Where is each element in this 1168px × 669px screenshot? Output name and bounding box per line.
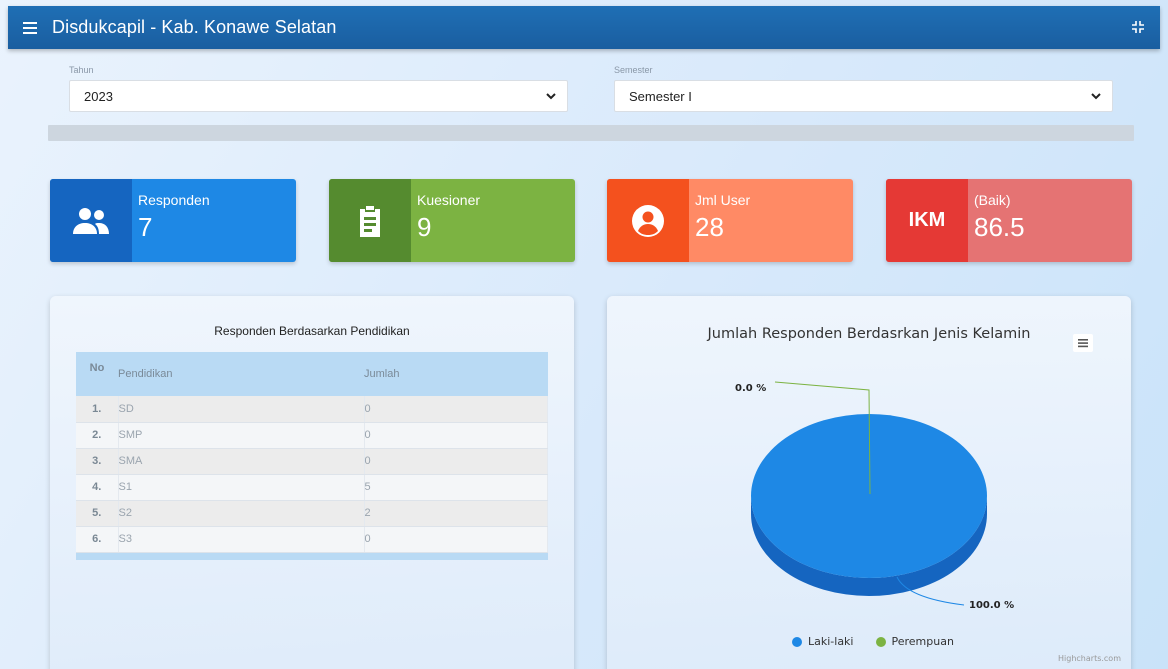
table-header-row: No Pendidikan Jumlah: [76, 352, 548, 396]
stat-jml-user: Jml User 28: [607, 179, 853, 262]
cell-pendidikan: S2: [118, 500, 365, 527]
stat-value: 28: [695, 212, 724, 242]
cell-no: 6.: [76, 526, 119, 553]
stat-label: (Baik): [974, 192, 1011, 208]
cell-pendidikan: S3: [118, 526, 365, 553]
cell-pendidikan: SMA: [118, 448, 365, 475]
loading-progress-bar: [48, 125, 1134, 141]
education-card: Responden Berdasarkan Pendidikan No Pend…: [50, 296, 574, 669]
top-app-bar: Disdukcapil - Kab. Konawe Selatan: [8, 6, 1160, 49]
chart-credit[interactable]: Highcharts.com: [1058, 654, 1121, 663]
cell-jumlah: 0: [364, 526, 548, 553]
ikm-icon-text: IKM: [886, 179, 968, 262]
legend-item-perempuan[interactable]: Perempuan: [875, 635, 954, 648]
cell-no: 4.: [76, 474, 119, 501]
collapse-icon: [1132, 21, 1144, 33]
app-title: Disdukcapil - Kab. Konawe Selatan: [52, 17, 337, 37]
table-row: 5. S2 2: [76, 500, 548, 527]
user-circle-icon: [632, 204, 664, 237]
cell-pendidikan: S1: [118, 474, 365, 501]
stat-responden: Responden 7: [50, 179, 296, 262]
chart-legend: Laki-laki Perempuan: [792, 635, 976, 648]
users-icon: [73, 207, 109, 234]
table-row: 6. S3 0: [76, 526, 548, 553]
tahun-value: 2023: [84, 88, 113, 104]
chevron-down-icon: [1091, 93, 1101, 100]
cell-no: 2.: [76, 422, 119, 449]
data-label-laki-laki: 100.0 %: [969, 600, 1014, 611]
stat-value: 7: [138, 212, 153, 242]
cell-pendidikan: SMP: [118, 422, 365, 449]
stat-kuesioner: Kuesioner 9: [329, 179, 575, 262]
cell-no: 1.: [76, 396, 119, 423]
tahun-label: Tahun: [69, 65, 94, 75]
gender-chart-card: Jumlah Responden Berdasrkan Jenis Kelami…: [607, 296, 1131, 669]
table-row: 2. SMP 0: [76, 422, 548, 449]
education-table: No Pendidikan Jumlah 1. SD 0 2. SMP 0 3. SMA 0 4.…: [76, 352, 548, 560]
education-table-title: Responden Berdasarkan Pendidikan: [214, 324, 410, 338]
table-row: 4. S1 5: [76, 474, 548, 501]
cell-no: 5.: [76, 500, 119, 527]
column-header-pendidikan: Pendidikan: [118, 368, 173, 380]
cell-jumlah: 0: [364, 422, 548, 449]
cell-jumlah: 0: [364, 396, 548, 423]
stat-label: Jml User: [695, 192, 751, 208]
stat-value: 9: [417, 212, 432, 242]
clipboard-icon: [360, 205, 380, 237]
column-header-jumlah: Jumlah: [364, 368, 400, 380]
chevron-down-icon: [546, 93, 556, 100]
semester-value: Semester I: [629, 88, 692, 104]
semester-label: Semester: [614, 65, 653, 75]
column-header-no: No: [89, 362, 105, 374]
legend-item-laki-laki[interactable]: Laki-laki: [792, 635, 854, 648]
stat-label: Responden: [138, 192, 210, 208]
legend-label: Laki-laki: [808, 635, 854, 648]
cell-jumlah: 2: [364, 500, 548, 527]
cell-jumlah: 5: [364, 474, 548, 501]
menu-button[interactable]: [8, 6, 52, 49]
stat-label: Kuesioner: [417, 192, 481, 208]
stat-value: 86.5: [974, 212, 1025, 242]
table-row: 3. SMA 0: [76, 448, 548, 475]
cell-jumlah: 0: [364, 448, 548, 475]
legend-dot: [875, 636, 886, 647]
pie-chart: 0.0 % 100.0 %: [735, 381, 1014, 611]
tahun-select[interactable]: 2023: [69, 80, 568, 112]
cell-pendidikan: SD: [118, 396, 365, 423]
legend-label: Perempuan: [891, 635, 954, 648]
cell-no: 3.: [76, 448, 119, 475]
semester-select[interactable]: Semester I: [614, 80, 1113, 112]
data-label-perempuan: 0.0 %: [735, 383, 766, 394]
stat-ikm: IKM (Baik) 86.5: [886, 179, 1132, 262]
hamburger-icon: [23, 21, 37, 34]
legend-dot: [792, 636, 802, 647]
fullscreen-button[interactable]: [1130, 19, 1146, 35]
table-row: 1. SD 0: [76, 396, 548, 423]
